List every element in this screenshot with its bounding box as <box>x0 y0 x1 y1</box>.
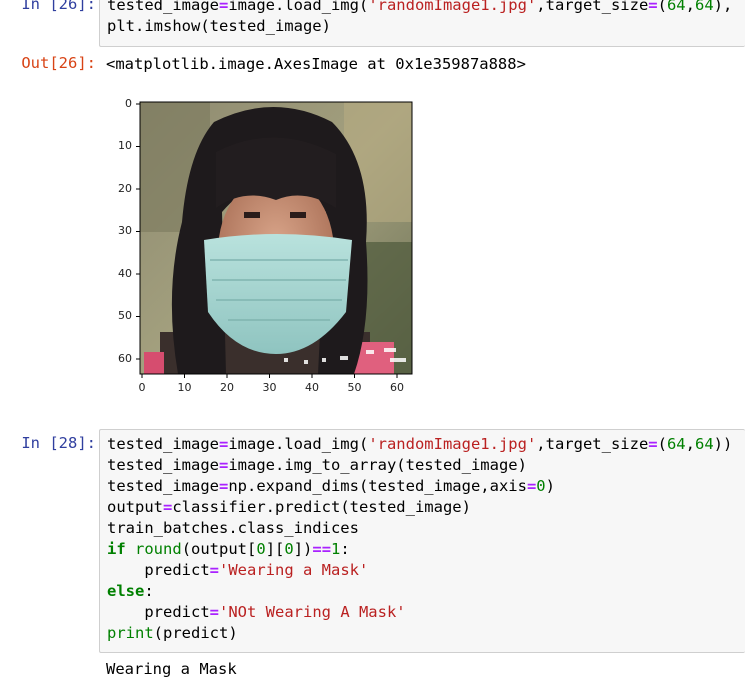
code-token: 64 <box>666 435 686 453</box>
code-token: ) <box>545 477 555 495</box>
y-tick-label: 60 <box>118 352 132 365</box>
code-token: if <box>107 540 126 558</box>
code-token: = <box>526 477 537 495</box>
x-tick-label: 60 <box>390 381 404 394</box>
cell1-in-prompt: In [26]: <box>21 0 96 13</box>
code-token: ][ <box>265 540 285 558</box>
code-token: = <box>163 498 173 516</box>
code-token: ( <box>657 0 667 14</box>
code-token: 0 <box>284 540 294 558</box>
x-tick-label: 10 <box>177 381 192 394</box>
code-token: : <box>144 582 154 600</box>
imshow-plot: 0 10 20 30 40 50 60 0 10 20 30 40 50 60 <box>104 92 424 398</box>
code-token: np.expand_dims(tested_image,axis <box>228 477 527 495</box>
code-token: = <box>218 0 229 14</box>
code-token: = <box>209 561 219 579</box>
code-token: tested_image <box>107 456 219 474</box>
y-tick-label: 40 <box>118 267 132 280</box>
x-tick-label: 0 <box>138 381 146 394</box>
code-token: ( <box>657 435 667 453</box>
code-token: 64 <box>694 435 714 453</box>
x-tick-label: 30 <box>262 381 277 394</box>
code-token: tested_image <box>107 435 219 453</box>
code-token: output <box>107 498 163 516</box>
x-tick-label: 40 <box>305 381 319 394</box>
code-token: = <box>648 0 658 14</box>
code-token: predict <box>107 603 210 621</box>
cell2-code-line-2: tested_image=image.img_to_array(tested_i… <box>107 455 527 476</box>
code-token: image.img_to_array(tested_image) <box>228 456 527 474</box>
cell2-in-prompt: In [28]: <box>21 434 96 452</box>
code-token: tested_image <box>107 477 219 495</box>
y-tick-label: 0 <box>125 97 132 110</box>
cell2-code-line-8: else: <box>107 581 154 602</box>
cell2-code-line-1: tested_image=image.load_img('randomImage… <box>107 434 732 455</box>
y-tick-label: 10 <box>118 139 132 152</box>
cell2-code-line-5: train_batches.class_indices <box>107 519 359 537</box>
cell1-code-line-2: plt.imshow(tested_image) <box>107 17 331 35</box>
code-token: classifier.predict(tested_image) <box>172 498 471 516</box>
code-token: ,target_size <box>536 0 649 14</box>
image-pixels <box>140 102 412 374</box>
code-token: )) <box>713 435 733 453</box>
code-token: print <box>107 624 154 642</box>
code-token: tested_image <box>107 0 219 14</box>
code-token: ), <box>713 0 733 14</box>
code-token: , <box>685 435 695 453</box>
code-token: , <box>685 0 695 14</box>
code-token: 64 <box>694 0 714 14</box>
cell2-code-line-10: print(predict) <box>107 623 238 644</box>
code-token: = <box>218 477 229 495</box>
code-token: 'NOt Wearing A Mask' <box>219 603 406 621</box>
code-token: == <box>312 540 332 558</box>
code-token: image.load_img( <box>228 0 369 14</box>
code-token: = <box>218 456 229 474</box>
code-token: = <box>648 435 658 453</box>
code-token: 1 <box>331 540 341 558</box>
cell1-output-text: <matplotlib.image.AxesImage at 0x1e35987… <box>106 55 526 73</box>
code-token: = <box>218 435 229 453</box>
code-token: 0 <box>256 540 266 558</box>
code-token: 'randomImage1.jpg' <box>368 435 537 453</box>
code-token: ]) <box>293 540 313 558</box>
code-token: image.load_img( <box>228 435 369 453</box>
code-token: : <box>340 540 350 558</box>
cell2-code-line-4: output=classifier.predict(tested_image) <box>107 497 471 518</box>
y-tick-label: 30 <box>118 224 132 237</box>
y-tick-label: 20 <box>118 182 132 195</box>
code-token: = <box>209 603 219 621</box>
code-token: round <box>135 540 182 558</box>
code-token: 0 <box>536 477 546 495</box>
code-token: (output[ <box>181 540 257 558</box>
cell2-code-line-9: predict='NOt Wearing A Mask' <box>107 602 406 623</box>
cell1-out-prompt: Out[26]: <box>21 54 96 72</box>
x-tick-label: 50 <box>347 381 362 394</box>
cell2-code-line-7: predict='Wearing a Mask' <box>107 560 368 581</box>
code-token: ,target_size <box>536 435 649 453</box>
cell2-output-text: Wearing a Mask <box>106 660 237 678</box>
cell2-code-line-6: if round(output[0][0])==1: <box>107 539 350 560</box>
code-token: 'Wearing a Mask' <box>219 561 369 579</box>
masked-face-image-icon <box>136 101 413 378</box>
code-token: 'randomImage1.jpg' <box>368 0 537 14</box>
cell2-code-line-3: tested_image=np.expand_dims(tested_image… <box>107 476 555 497</box>
x-tick-label: 20 <box>220 381 234 394</box>
y-tick-label: 50 <box>118 309 132 322</box>
cell1-code-line-1: tested_image=image.load_img('randomImage… <box>107 0 732 16</box>
code-token: else <box>107 582 145 600</box>
cell1-input-area[interactable]: tested_image=image.load_img('randomImage… <box>99 0 745 47</box>
code-token: predict <box>107 561 210 579</box>
code-token: 64 <box>666 0 686 14</box>
cell2-input-area[interactable]: tested_image=image.load_img('randomImage… <box>99 429 745 653</box>
code-token: (predict) <box>153 624 238 642</box>
